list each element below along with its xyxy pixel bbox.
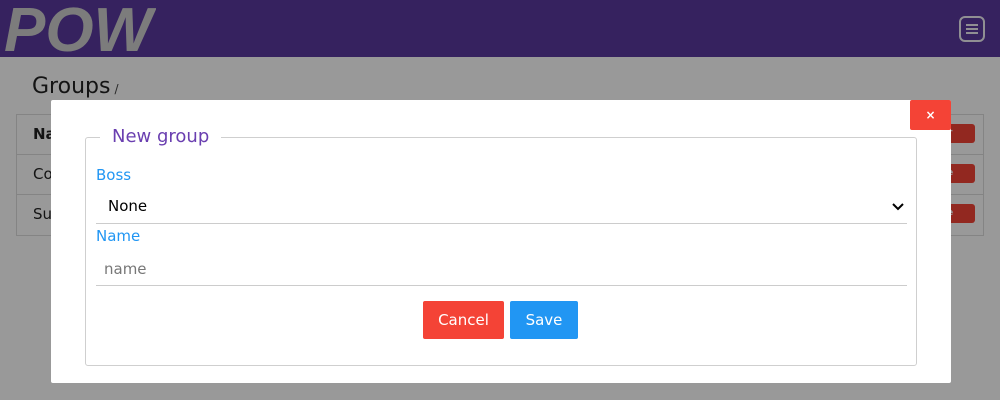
cancel-button[interactable]: Cancel xyxy=(423,301,504,339)
name-label: Name xyxy=(96,227,141,245)
boss-select-value: None xyxy=(108,197,148,215)
new-group-modal: × New group Boss None Name Cancel Save xyxy=(51,100,951,383)
new-group-fieldset: New group Boss None Name Cancel Save xyxy=(85,126,917,366)
close-icon[interactable]: × xyxy=(910,100,951,130)
boss-select[interactable]: None xyxy=(96,191,907,224)
chevron-down-icon xyxy=(892,203,904,211)
name-input[interactable] xyxy=(96,252,907,286)
save-button[interactable]: Save xyxy=(510,301,578,339)
boss-label: Boss xyxy=(96,166,132,184)
fieldset-legend: New group xyxy=(100,126,222,147)
